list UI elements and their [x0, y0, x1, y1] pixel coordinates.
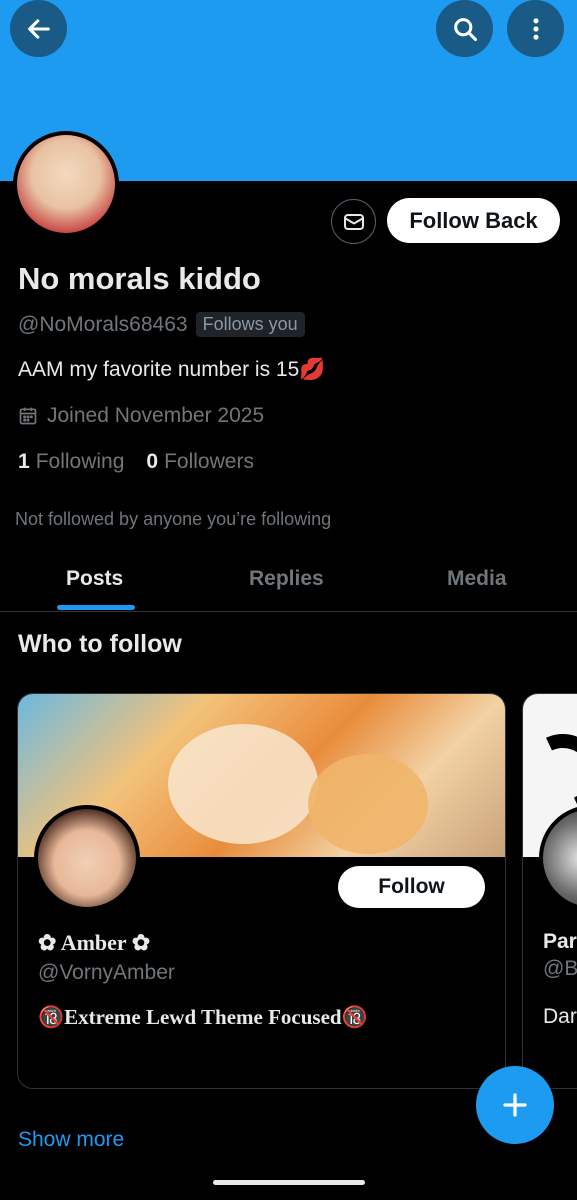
suggestion-handle: @VornyAmber: [38, 961, 175, 984]
suggestion-name: ✿ Amber ✿: [38, 930, 151, 955]
follow-back-button[interactable]: Follow Back: [387, 198, 560, 243]
follow-button[interactable]: Follow: [338, 866, 485, 908]
suggestion-name: Par: [543, 930, 577, 953]
tab-replies[interactable]: Replies: [249, 567, 324, 591]
follow-stats: 1 Following 0 Followers: [18, 450, 254, 474]
profile-name: No morals kiddo: [18, 261, 261, 296]
suggestion-card[interactable]: Follow ✿ Amber ✿ @VornyAmber 🔞Extreme Le…: [17, 693, 506, 1089]
mutual-followers-note: Not followed by anyone you’re following: [15, 509, 332, 529]
tab-posts[interactable]: Posts: [66, 567, 123, 591]
following-label: Following: [35, 450, 125, 473]
handle-row: @NoMorals68463 Follows you: [18, 312, 305, 337]
envelope-icon: [343, 213, 364, 230]
who-to-follow-heading: Who to follow: [18, 630, 182, 658]
following-count: 1: [18, 450, 30, 473]
joined-date: Joined November 2025: [47, 404, 265, 427]
calendar-icon: [19, 407, 37, 425]
followers-link[interactable]: 0 Followers: [146, 450, 254, 474]
tab-media[interactable]: Media: [447, 567, 507, 591]
suggestion-bio: Dar: [543, 1005, 577, 1028]
followers-count: 0: [146, 450, 159, 473]
suggestion-bio: 🔞Extreme Lewd Theme Focused🔞: [38, 1005, 368, 1029]
profile-tabs: Posts Replies Media: [0, 553, 577, 612]
back-button[interactable]: [10, 0, 67, 57]
followers-label: Followers: [164, 450, 254, 473]
joined-date-row: Joined November 2025: [18, 404, 264, 428]
search-button[interactable]: [436, 0, 493, 57]
follows-you-badge: Follows you: [195, 312, 305, 337]
avatar-image: [17, 135, 115, 233]
profile-bio: AAM my favorite number is 15💋: [18, 358, 326, 381]
message-button[interactable]: [331, 199, 376, 244]
suggestion-avatar-image: [38, 809, 136, 907]
profile-avatar[interactable]: [13, 131, 119, 237]
plus-icon: [503, 1093, 527, 1117]
more-options-button[interactable]: [507, 0, 564, 57]
suggestion-card-partial[interactable]: Par @B Dar: [522, 693, 577, 1089]
profile-handle: @NoMorals68463: [18, 312, 188, 336]
show-more-link[interactable]: Show more: [18, 1128, 124, 1152]
arrow-left-icon: [27, 18, 50, 39]
suggestion-avatar[interactable]: [34, 805, 140, 911]
search-icon: [453, 17, 477, 41]
active-tab-indicator: [57, 605, 135, 610]
compose-button[interactable]: [476, 1066, 554, 1144]
suggestion-handle: @B: [543, 957, 577, 980]
home-indicator[interactable]: [213, 1180, 365, 1185]
vertical-dots-icon: [532, 17, 539, 40]
following-link[interactable]: 1 Following: [18, 450, 124, 474]
